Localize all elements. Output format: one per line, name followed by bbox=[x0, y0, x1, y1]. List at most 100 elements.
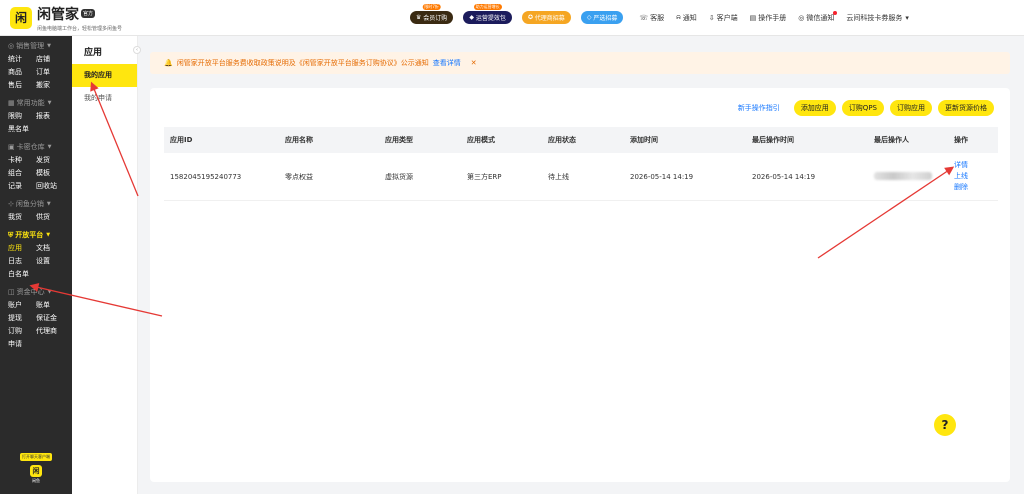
open-chat-client-button[interactable]: 打开聊天客户端 bbox=[20, 453, 52, 461]
chevron-down-icon: ▼ bbox=[47, 289, 52, 295]
toolbar: 新手操作指引 添加应用 订购QPS 订购应用 更新货源价格 bbox=[738, 100, 994, 116]
details-link[interactable]: 详情 bbox=[954, 160, 998, 171]
sidebar-item-deposit[interactable]: 保证金 bbox=[36, 313, 64, 324]
notifications-link[interactable]: ⍾ 通知 bbox=[676, 13, 697, 23]
account-menu[interactable]: 云间科技卡券服务 ▾ bbox=[846, 13, 911, 23]
sidebar-item-templates[interactable]: 模板 bbox=[36, 168, 64, 179]
guide-link[interactable]: 新手操作指引 bbox=[738, 103, 780, 113]
sidebar-item-recycle-bin[interactable]: 回收站 bbox=[36, 181, 64, 192]
sub-item-my-applications[interactable]: 我的申请 bbox=[72, 87, 137, 110]
chevron-down-icon: ▼ bbox=[47, 43, 51, 49]
brand-logo[interactable]: 闲 闲管家 官方 闲鱼电脑端工作台，轻松管理多闲鱼号 bbox=[0, 4, 180, 32]
add-app-button[interactable]: 添加应用 bbox=[793, 100, 836, 116]
order-qps-button[interactable]: 订购QPS bbox=[841, 100, 884, 116]
created-time-cell: 2026-05-14 14:19 bbox=[630, 172, 694, 181]
collapse-sidebar-button[interactable]: ‹ bbox=[133, 46, 141, 54]
wechat-notify-link[interactable]: ◎ 微信通知 bbox=[798, 10, 838, 23]
sidebar-item-aftersale[interactable]: 售后 bbox=[8, 80, 36, 91]
sidebar-item-card-types[interactable]: 卡种 bbox=[8, 155, 36, 166]
delete-link[interactable]: 删除 bbox=[954, 182, 998, 193]
promo-member-order[interactable]: 限时7折 ♛ 会员订购 bbox=[410, 4, 454, 24]
brand-title: 闲管家 官方 bbox=[37, 6, 96, 23]
promo-ops-pack[interactable]: 助力运营增长 ◆ 运营提效包 bbox=[463, 4, 512, 24]
sidebar-item-docs[interactable]: 文档 bbox=[36, 243, 64, 254]
order-app-button[interactable]: 订购应用 bbox=[890, 100, 932, 116]
go-online-link[interactable]: 上线 bbox=[954, 171, 998, 182]
sidebar-item-subscriptions[interactable]: 订购 bbox=[8, 326, 36, 337]
promo-agent-recruit[interactable]: ✪ 代理商招募 bbox=[521, 11, 571, 24]
wechat-icon: ◎ bbox=[798, 13, 805, 22]
sidebar-item-combo[interactable]: 组合 bbox=[8, 168, 36, 179]
sidebar-item-records[interactable]: 记录 bbox=[8, 181, 36, 192]
sidebar-item-withdraw[interactable]: 提现 bbox=[8, 313, 36, 324]
nav-group-title[interactable]: ◫ 资金中心 ▼ bbox=[8, 287, 72, 297]
promo-tag: 限时7折 bbox=[422, 4, 441, 10]
sidebar-item-logs[interactable]: 日志 bbox=[8, 256, 36, 267]
sub-item-my-apps[interactable]: 我的应用 bbox=[72, 64, 137, 87]
card-icon: ▣ bbox=[8, 143, 15, 151]
customer-service-link[interactable]: ☏ 客服 bbox=[639, 13, 664, 23]
nav-group-title[interactable]: ◎ 销售管理 ▼ bbox=[8, 41, 72, 51]
shield-icon: ⛨ bbox=[8, 230, 14, 239]
app-mode-cell: 第三方ERP bbox=[467, 172, 502, 181]
promo-select-recruit[interactable]: ◇ 严选招募 bbox=[580, 11, 624, 24]
nav-group-title[interactable]: ⛨ 开放平台 ▼ bbox=[8, 230, 72, 240]
column-header: 应用状态 bbox=[548, 136, 576, 144]
brand-badge: 官方 bbox=[81, 9, 96, 18]
table-row: 1582045195240773 零点权益 虚拟货源 第三方ERP 待上线 20… bbox=[164, 153, 998, 201]
app-id-cell: 1582045195240773 bbox=[170, 172, 242, 181]
apps-table: 应用ID 应用名称 应用类型 应用模式 应用状态 添加时间 最后操作时间 最后操… bbox=[164, 127, 998, 201]
sidebar-item-my-goods[interactable]: 我货 bbox=[8, 212, 36, 223]
sidebar-item-migrate[interactable]: 搬家 bbox=[36, 80, 64, 91]
book-icon: ▤ bbox=[749, 13, 757, 22]
sidebar-item-bills[interactable]: 账单 bbox=[36, 300, 64, 311]
help-button[interactable]: ? bbox=[934, 414, 956, 436]
column-header: 最后操作时间 bbox=[752, 136, 794, 144]
close-icon[interactable]: ✕ bbox=[471, 59, 477, 67]
sub-sidebar: 应用 我的应用 我的申请 ‹ bbox=[72, 36, 141, 494]
operator-cell bbox=[868, 171, 948, 182]
sidebar-item-settings[interactable]: 设置 bbox=[36, 256, 64, 267]
nav-group-title[interactable]: ▣ 卡密仓库 ▼ bbox=[8, 142, 72, 152]
sidebar-item-blacklist[interactable]: 黑名单 bbox=[8, 124, 36, 135]
nav-group-title[interactable]: ⊹ 闲鱼分销 ▼ bbox=[8, 199, 72, 209]
sidebar-item-accounts[interactable]: 账户 bbox=[8, 300, 36, 311]
sidebar-item-stats[interactable]: 统计 bbox=[8, 54, 36, 65]
client-download-link[interactable]: ⇩ 客户端 bbox=[709, 13, 738, 23]
sidebar-item-shops[interactable]: 店铺 bbox=[36, 54, 64, 65]
promo-bar: 限时7折 ♛ 会员订购 助力运营增长 ◆ 运营提效包 ✪ 代理商招募 ◇ 严选招… bbox=[410, 4, 633, 24]
nav-group-title[interactable]: ▦ 常用功能 ▼ bbox=[8, 98, 72, 108]
apps-card: 新手操作指引 添加应用 订购QPS 订购应用 更新货源价格 应用ID 应用名称 … bbox=[150, 88, 1010, 482]
sidebar-item-delivery[interactable]: 发货 bbox=[36, 155, 64, 166]
sidebar-item-apps[interactable]: 应用 bbox=[8, 243, 36, 254]
sidebar-item-orders[interactable]: 订单 bbox=[36, 67, 64, 78]
sidebar-item-whitelist[interactable]: 白名单 bbox=[8, 269, 36, 280]
notice-details-link[interactable]: 查看详情 bbox=[433, 58, 461, 68]
nav-group-sales: ◎ 销售管理 ▼ 统计 店铺 商品 订单 售后 搬家 bbox=[0, 36, 72, 93]
column-header: 最后操作人 bbox=[874, 136, 909, 144]
sidebar-item-limit[interactable]: 限购 bbox=[8, 111, 36, 122]
sidebar-item-agents[interactable]: 代理商 bbox=[36, 326, 64, 337]
sidebar-item-reports[interactable]: 报表 bbox=[36, 111, 64, 122]
nav-group-card-warehouse: ▣ 卡密仓库 ▼ 卡种 发货 组合 模板 记录 回收站 bbox=[0, 137, 72, 194]
sidebar-item-products[interactable]: 商品 bbox=[8, 67, 36, 78]
app-type-cell: 虚拟货源 bbox=[385, 172, 413, 181]
sidebar-item-supply[interactable]: 供货 bbox=[36, 212, 64, 223]
redacted-operator bbox=[874, 171, 932, 180]
grid-icon: ▦ bbox=[8, 99, 15, 107]
app-name-cell: 零点权益 bbox=[285, 172, 313, 181]
sidebar-item-apply[interactable]: 申请 bbox=[8, 339, 36, 350]
nav-group-funds: ◫ 资金中心 ▼ 账户 账单 提现 保证金 订购 代理商 申请 bbox=[0, 282, 72, 352]
app-status-cell: 待上线 bbox=[548, 172, 569, 181]
wallet-icon: ◫ bbox=[8, 288, 15, 296]
updated-time-cell: 2026-05-14 14:19 bbox=[752, 172, 816, 181]
main-sidebar: ◎ 销售管理 ▼ 统计 店铺 商品 订单 售后 搬家 ▦ 常用功能 ▼ 限购 报表 黑名… bbox=[0, 36, 72, 494]
update-price-button[interactable]: 更新货源价格 bbox=[938, 100, 994, 116]
xianyu-logo-icon[interactable]: 闲 bbox=[30, 465, 42, 477]
xianyu-label: 闲鱼 bbox=[32, 478, 40, 483]
bell-icon: ⍾ bbox=[676, 13, 681, 21]
download-icon: ⇩ bbox=[708, 13, 715, 22]
column-header: 应用模式 bbox=[467, 136, 495, 144]
manual-link[interactable]: ▤ 操作手册 bbox=[750, 13, 787, 23]
nav-group-open-platform: ⛨ 开放平台 ▼ 应用 文档 日志 设置 白名单 bbox=[0, 225, 72, 282]
